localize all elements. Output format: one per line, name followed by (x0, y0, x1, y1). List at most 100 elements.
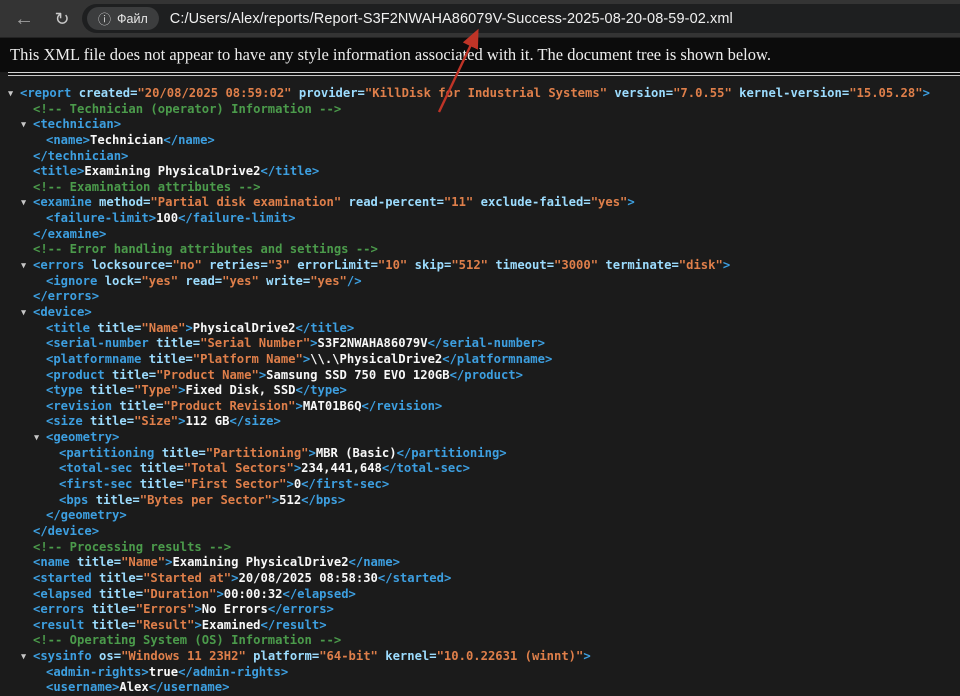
xml-token-val: "15.05.28" (849, 86, 922, 100)
xml-line: ▼ <geometry> (0, 430, 960, 446)
xml-token-val: "Windows 11 23H2" (121, 649, 246, 663)
xml-line: <size title="Size">112 GB</size> (0, 414, 960, 430)
xml-token-tag: <name (33, 555, 70, 569)
xml-token-tag: </errors> (268, 602, 334, 616)
xml-token-attr: title= (84, 602, 135, 616)
xml-token-tag: <admin-rights> (46, 665, 149, 679)
xml-token-attr: title= (92, 571, 143, 585)
address-bar[interactable]: ⓘ Файл C:/Users/Alex/reports/Report-S3F2… (82, 4, 960, 33)
xml-token-tag: <geometry> (46, 430, 119, 444)
xml-line: </errors> (0, 289, 960, 305)
collapse-arrow-icon[interactable]: ▼ (21, 306, 26, 322)
xml-token-val: "Type" (134, 383, 178, 397)
xml-token-tag: </serial-number> (428, 336, 545, 350)
xml-token-tag: <type (46, 383, 83, 397)
xml-token-val: "Errors" (136, 602, 195, 616)
xml-line: <elapsed title="Duration">00:00:32</elap… (0, 587, 960, 603)
xml-token-val: "Size" (134, 414, 178, 428)
xml-token-attr: title= (88, 493, 139, 507)
xml-token-attr: locksource= (84, 258, 172, 272)
collapse-arrow-icon[interactable]: ▼ (34, 431, 39, 447)
xml-token-txt: Technician (90, 133, 163, 147)
xml-token-attr: title= (132, 477, 183, 491)
xml-token-txt: true (149, 665, 178, 679)
xml-token-tag: <size (46, 414, 83, 428)
xml-token-txt: 20/08/2025 08:58:30 (238, 571, 377, 585)
xml-line: <revision title="Product Revision">MAT01… (0, 399, 960, 415)
url-text[interactable]: C:/Users/Alex/reports/Report-S3F2NWAHA86… (170, 11, 733, 27)
xml-line: ▼<technician> (0, 117, 960, 133)
xml-token-tag: <total-sec (59, 461, 132, 475)
collapse-arrow-icon[interactable]: ▼ (8, 87, 13, 103)
xml-line: ▼<errors locksource="no" retries="3" err… (0, 258, 960, 274)
xml-token-attr: lock= (97, 274, 141, 288)
xml-token-val: "yes" (141, 274, 178, 288)
xml-line: ▼<sysinfo os="Windows 11 23H2" platform=… (0, 649, 960, 665)
xml-token-val: "yes" (591, 195, 628, 209)
xml-token-tag: <failure-limit> (46, 211, 156, 225)
xml-line: <ignore lock="yes" read="yes" write="yes… (0, 274, 960, 290)
xml-token-val: "512" (451, 258, 488, 272)
xml-token-tag: </admin-rights> (178, 665, 288, 679)
xml-token-txt: Samsung SSD 750 EVO 120GB (266, 368, 449, 382)
collapse-arrow-icon[interactable]: ▼ (21, 650, 26, 666)
xml-token-txt: Fixed Disk, SSD (185, 383, 295, 397)
xml-token-attr: write= (259, 274, 310, 288)
xml-token-val: "20/08/2025 08:59:02" (137, 86, 291, 100)
xml-token-tag: > (296, 399, 303, 413)
xml-token-val: "10" (378, 258, 407, 272)
xml-token-tag: <report (20, 86, 71, 100)
xml-token-tag: <errors (33, 258, 84, 272)
xml-token-txt: S3F2NWAHA86079V (318, 336, 428, 350)
xml-line: </technician> (0, 149, 960, 165)
xml-line: <first-sec title="First Sector">0</first… (0, 477, 960, 493)
back-button[interactable]: ← (8, 0, 40, 38)
xml-token-tag: </failure-limit> (178, 211, 295, 225)
xml-token-tag: </geometry> (46, 508, 127, 522)
xml-token-val: "yes" (310, 274, 347, 288)
xml-token-tag: /> (347, 274, 362, 288)
collapse-arrow-icon[interactable]: ▼ (21, 196, 26, 212)
xml-token-attr: title= (70, 555, 121, 569)
xml-token-com: <!-- Processing results --> (33, 540, 231, 554)
xml-token-tag: </technician> (33, 149, 128, 163)
xml-token-val: "yes" (222, 274, 259, 288)
xml-line: <!-- Processing results --> (0, 540, 960, 556)
xml-token-tag: > (309, 446, 316, 460)
xml-token-attr: title= (105, 368, 156, 382)
reload-button[interactable]: ↻ (46, 0, 78, 38)
xml-line: <!-- Operating System (OS) Information -… (0, 633, 960, 649)
xml-token-tag: </result> (261, 618, 327, 632)
info-icon: ⓘ (98, 9, 111, 28)
xml-line: ▼<examine method="Partial disk examinati… (0, 195, 960, 211)
collapse-arrow-icon[interactable]: ▼ (21, 118, 26, 134)
collapse-arrow-icon[interactable]: ▼ (21, 259, 26, 275)
xml-line: ▼<report created="20/08/2025 08:59:02" p… (0, 86, 960, 102)
xml-line: <failure-limit>100</failure-limit> (0, 211, 960, 227)
xml-token-val: "64-bit" (319, 649, 378, 663)
xml-token-tag: </device> (33, 524, 99, 538)
xml-token-tag: </product> (450, 368, 523, 382)
xml-token-attr: method= (92, 195, 151, 209)
xml-token-attr: read-percent= (341, 195, 444, 209)
xml-line: <errors title="Errors">No Errors</errors… (0, 602, 960, 618)
xml-token-attr: skip= (407, 258, 451, 272)
xml-line: <type title="Type">Fixed Disk, SSD</type… (0, 383, 960, 399)
xml-token-tag: <product (46, 368, 105, 382)
xml-token-val: "Duration" (143, 587, 216, 601)
xml-line: <platformname title="Platform Name">\\.\… (0, 352, 960, 368)
file-scheme-chip[interactable]: ⓘ Файл (87, 7, 159, 30)
xml-token-val: "disk" (679, 258, 723, 272)
xml-token-tag: > (583, 649, 590, 663)
xml-token-val: "Product Name" (156, 368, 259, 382)
xml-token-attr: title= (84, 618, 135, 632)
xml-token-tag: <result (33, 618, 84, 632)
xml-token-txt: 512 (279, 493, 301, 507)
xml-line: </examine> (0, 227, 960, 243)
xml-token-val: "no" (172, 258, 201, 272)
xml-token-tag: <title (46, 321, 90, 335)
xml-token-txt: Examined (202, 618, 261, 632)
xml-token-tag: <bps (59, 493, 88, 507)
xml-token-txt: No Errors (202, 602, 268, 616)
xml-token-attr: timeout= (488, 258, 554, 272)
